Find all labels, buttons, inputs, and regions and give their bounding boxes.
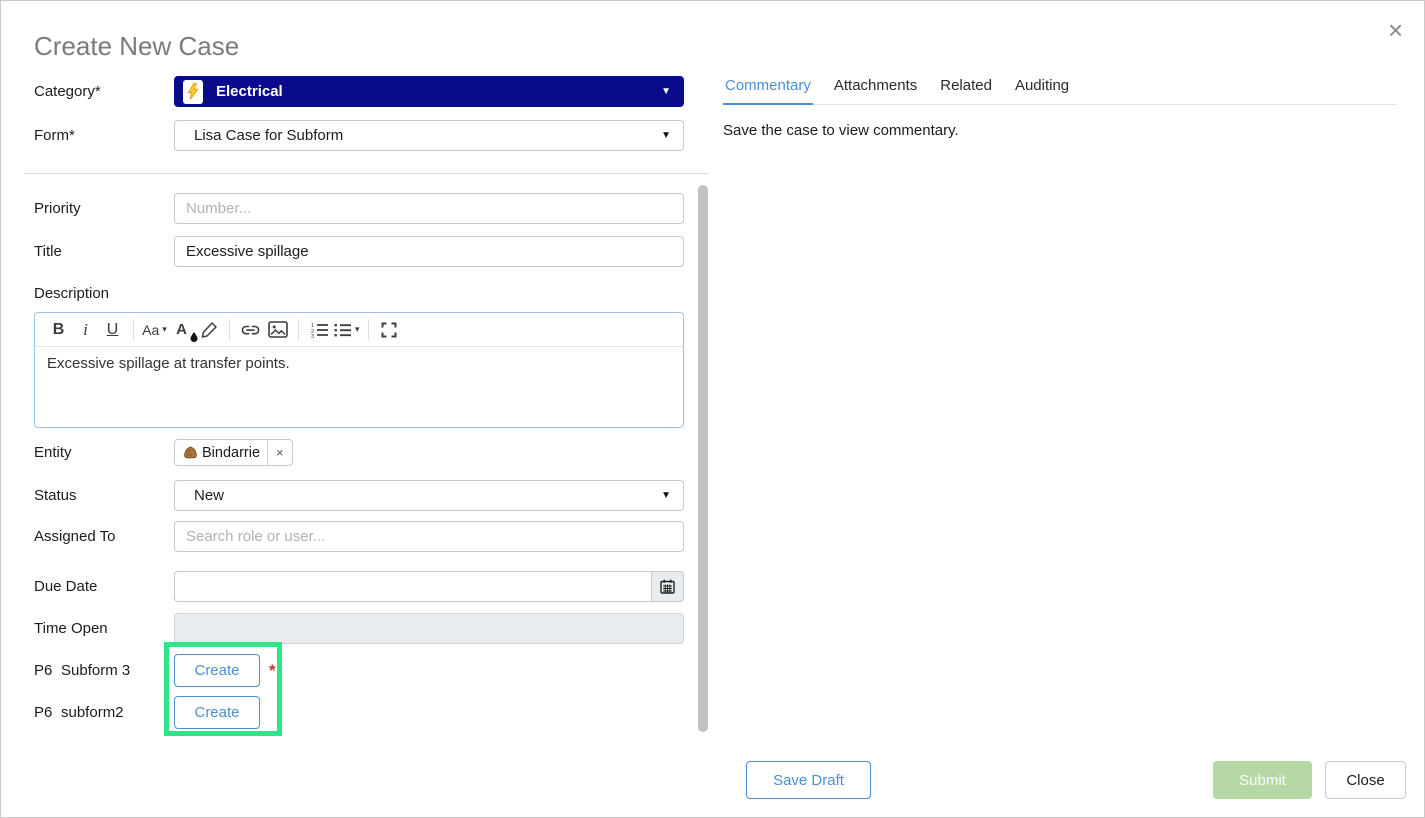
toolbar-separator xyxy=(298,319,299,340)
required-asterisk: * xyxy=(269,661,276,681)
create-case-form: Create New Case Category* Electrical ▼ F… xyxy=(34,29,684,729)
description-editor: B i U Aa ▾ A xyxy=(34,312,684,428)
time-open-input xyxy=(174,613,684,644)
tab-related[interactable]: Related xyxy=(938,77,994,104)
priority-input[interactable] xyxy=(174,193,684,224)
subform-row: P6subform2 Create xyxy=(34,696,684,729)
chip-remove-icon[interactable]: × xyxy=(267,440,292,465)
category-label: Category* xyxy=(34,83,174,100)
category-value: Electrical xyxy=(216,83,283,100)
panel-tabs: Commentary Attachments Related Auditing xyxy=(723,77,1396,105)
form-type-label: Form* xyxy=(34,127,174,144)
entity-chip[interactable]: Bindarrie × xyxy=(174,439,293,466)
due-date-row: Due Date xyxy=(34,571,684,602)
status-select[interactable]: New ▼ xyxy=(174,480,684,511)
title-input[interactable] xyxy=(174,236,684,267)
description-input[interactable]: Excessive spillage at transfer points. xyxy=(35,347,683,427)
status-label: Status xyxy=(34,487,174,504)
due-date-input[interactable] xyxy=(174,571,651,602)
submit-button[interactable]: Submit xyxy=(1213,761,1312,799)
link-icon[interactable] xyxy=(238,317,263,343)
calendar-icon xyxy=(660,579,675,594)
subform-row: P6Subform 3 Create * xyxy=(34,654,684,687)
assigned-to-label: Assigned To xyxy=(34,528,174,545)
status-row: Status New ▼ xyxy=(34,480,684,511)
chevron-down-icon: ▼ xyxy=(661,86,671,97)
priority-row: Priority xyxy=(34,193,684,224)
unordered-list-icon[interactable]: ▾ xyxy=(334,317,360,343)
caret-down-icon: ▾ xyxy=(355,325,360,334)
bold-icon[interactable]: B xyxy=(46,317,71,343)
italic-icon[interactable]: i xyxy=(73,317,98,343)
highlighter-icon[interactable] xyxy=(196,317,221,343)
assigned-to-input[interactable] xyxy=(174,521,684,552)
scrollbar-thumb[interactable] xyxy=(698,185,708,732)
status-value: New xyxy=(194,487,224,504)
underline-icon[interactable]: U xyxy=(100,317,125,343)
create-subform2-button[interactable]: Create xyxy=(174,696,260,729)
category-select[interactable]: Electrical ▼ xyxy=(174,76,684,107)
close-button[interactable]: Close xyxy=(1325,761,1406,799)
title-label: Title xyxy=(34,243,174,260)
font-size-icon[interactable]: Aa ▾ xyxy=(142,317,167,343)
tab-commentary[interactable]: Commentary xyxy=(723,77,813,105)
tab-attachments[interactable]: Attachments xyxy=(832,77,919,104)
commentary-message: Save the case to view commentary. xyxy=(723,122,1396,139)
title-row: Title xyxy=(34,236,684,267)
form-type-select[interactable]: Lisa Case for Subform ▼ xyxy=(174,120,684,151)
caret-down-icon: ▾ xyxy=(162,325,167,334)
form-type-value: Lisa Case for Subform xyxy=(194,127,343,144)
chevron-down-icon: ▼ xyxy=(661,490,671,501)
form-type-row: Form* Lisa Case for Subform ▼ xyxy=(34,120,684,151)
subform-label: P6Subform 3 xyxy=(34,662,174,679)
image-icon[interactable] xyxy=(265,317,290,343)
create-subform3-button[interactable]: Create xyxy=(174,654,260,687)
description-label: Description xyxy=(34,285,684,305)
calendar-button[interactable] xyxy=(651,571,684,602)
toolbar-separator xyxy=(368,319,369,340)
priority-label: Priority xyxy=(34,200,174,217)
commentary-panel: Commentary Attachments Related Auditing … xyxy=(723,77,1396,139)
fullscreen-icon[interactable] xyxy=(377,317,402,343)
category-row: Category* Electrical ▼ xyxy=(34,76,684,107)
svg-text:3: 3 xyxy=(311,334,314,338)
lightning-bolt-icon xyxy=(183,80,203,104)
text-color-icon[interactable]: A xyxy=(169,317,194,343)
page-title: Create New Case xyxy=(34,29,684,63)
entity-chip-label: Bindarrie xyxy=(202,445,260,461)
toolbar-separator xyxy=(229,319,230,340)
mound-icon xyxy=(182,445,199,460)
time-open-label: Time Open xyxy=(34,620,174,637)
due-date-label: Due Date xyxy=(34,578,174,595)
tab-auditing[interactable]: Auditing xyxy=(1013,77,1071,104)
form-divider xyxy=(24,173,709,174)
ordered-list-icon[interactable]: 1 2 3 xyxy=(307,317,332,343)
save-draft-button[interactable]: Save Draft xyxy=(746,761,871,799)
close-icon[interactable]: × xyxy=(1388,17,1403,43)
entity-label: Entity xyxy=(34,444,174,461)
time-open-row: Time Open xyxy=(34,613,684,644)
chevron-down-icon: ▼ xyxy=(661,130,671,141)
toolbar-separator xyxy=(133,319,134,340)
assigned-to-row: Assigned To xyxy=(34,521,684,552)
subform-label: P6subform2 xyxy=(34,704,174,721)
editor-toolbar: B i U Aa ▾ A xyxy=(35,313,683,347)
entity-row: Entity Bindarrie × xyxy=(34,439,684,466)
